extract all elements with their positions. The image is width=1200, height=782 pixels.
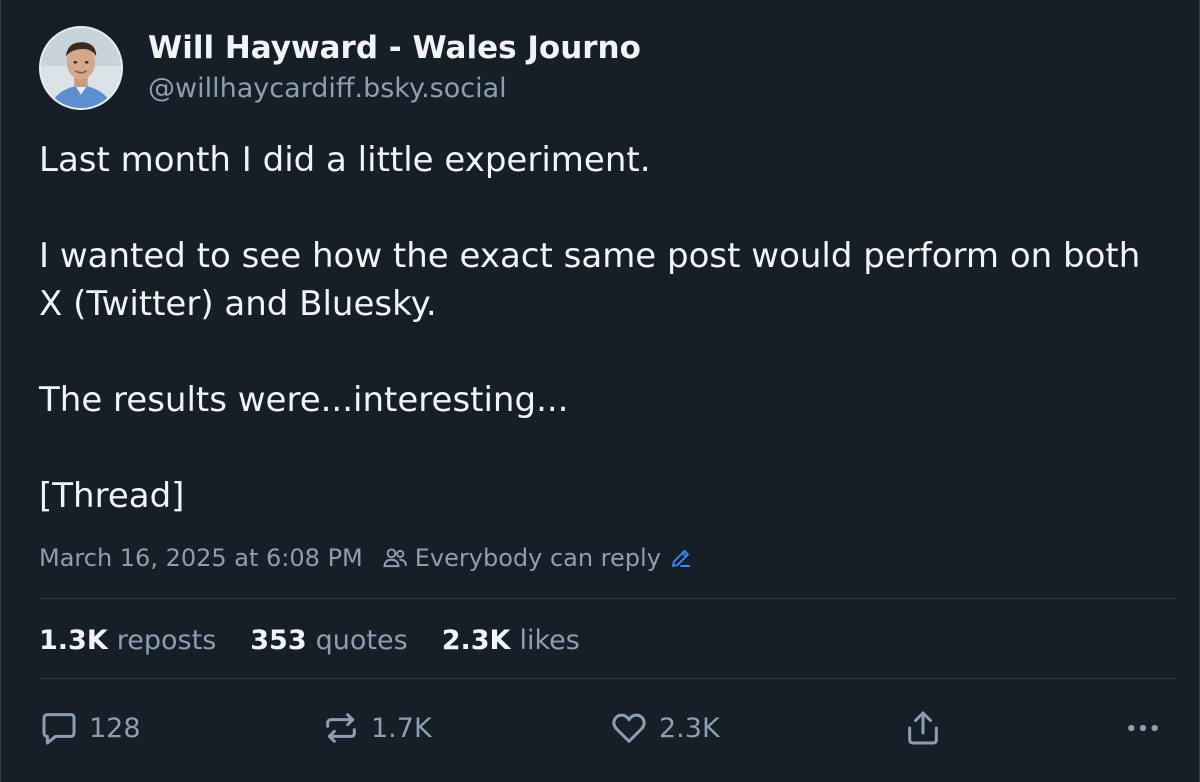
repost-button[interactable]: 1.7K xyxy=(321,706,432,750)
like-button[interactable]: 2.3K xyxy=(609,706,720,750)
post-timestamp: March 16, 2025 at 6:08 PM xyxy=(39,544,363,572)
reposts-count: 1.3K xyxy=(39,624,108,656)
avatar-photo xyxy=(41,28,121,108)
likes-stat[interactable]: 2.3K likes xyxy=(442,625,580,656)
more-dots-icon xyxy=(1128,724,1158,732)
post-paragraph: The results were...interesting... xyxy=(39,380,569,420)
author-handle[interactable]: @willhaycardiff.bsky.social xyxy=(148,70,507,108)
engagement-stats: 1.3K reposts 353 quotes 2.3K likes xyxy=(39,620,614,660)
reply-bubble-icon xyxy=(42,713,76,745)
like-count: 2.3K xyxy=(659,712,720,744)
post-actions: 128 1.7K 2.3K xyxy=(39,706,1169,750)
reply-setting[interactable]: Everybody can reply xyxy=(415,544,661,572)
quotes-label: quotes xyxy=(315,624,408,656)
quotes-count: 353 xyxy=(250,624,307,656)
divider xyxy=(39,678,1175,679)
avatar[interactable] xyxy=(39,26,123,110)
share-icon xyxy=(908,711,938,745)
post-text: Last month I did a little experiment. I … xyxy=(39,136,1169,520)
reply-button[interactable]: 128 xyxy=(39,706,141,750)
post-paragraph: I wanted to see how the exact same post … xyxy=(39,236,1141,324)
more-button[interactable] xyxy=(1123,706,1163,750)
share-button[interactable] xyxy=(903,706,943,750)
divider xyxy=(39,598,1175,599)
author-display-name[interactable]: Will Hayward - Wales Journo xyxy=(148,28,641,68)
post-paragraph: Last month I did a little experiment. xyxy=(39,140,651,180)
quotes-stat[interactable]: 353 quotes xyxy=(250,625,407,656)
reply-count: 128 xyxy=(89,712,141,744)
post-paragraph: [Thread] xyxy=(39,476,185,516)
heart-icon xyxy=(612,713,646,743)
reposts-stat[interactable]: 1.3K reposts xyxy=(39,625,216,656)
repost-count: 1.7K xyxy=(371,712,432,744)
reposts-label: reposts xyxy=(116,624,217,656)
likes-count: 2.3K xyxy=(441,624,511,656)
post-view: Will Hayward - Wales Journo @willhaycard… xyxy=(0,0,1200,782)
repost-icon xyxy=(326,713,356,743)
post-meta: March 16, 2025 at 6:08 PM Everybody can … xyxy=(39,540,693,576)
likes-label: likes xyxy=(519,624,580,656)
people-icon xyxy=(381,544,409,572)
pencil-icon[interactable] xyxy=(669,546,693,570)
